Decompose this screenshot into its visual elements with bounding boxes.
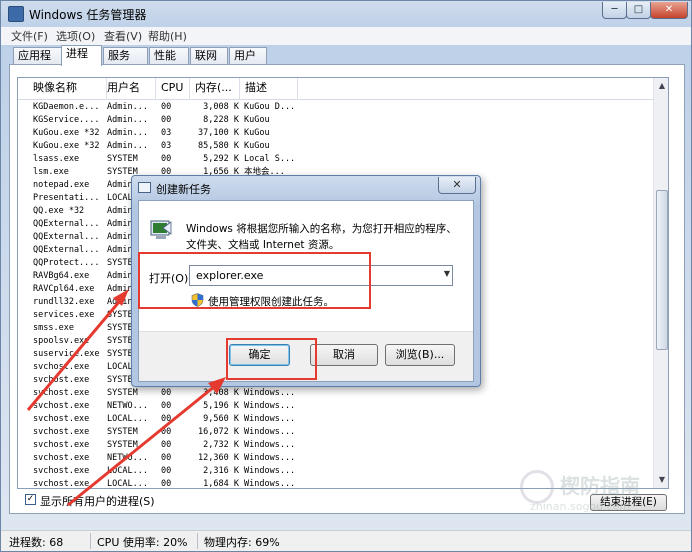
annotation-arrows (26, 289, 226, 507)
arrow-to-open-field (26, 295, 126, 411)
arrow-to-ok-button (67, 380, 221, 507)
arrow-head-icon (113, 289, 129, 306)
